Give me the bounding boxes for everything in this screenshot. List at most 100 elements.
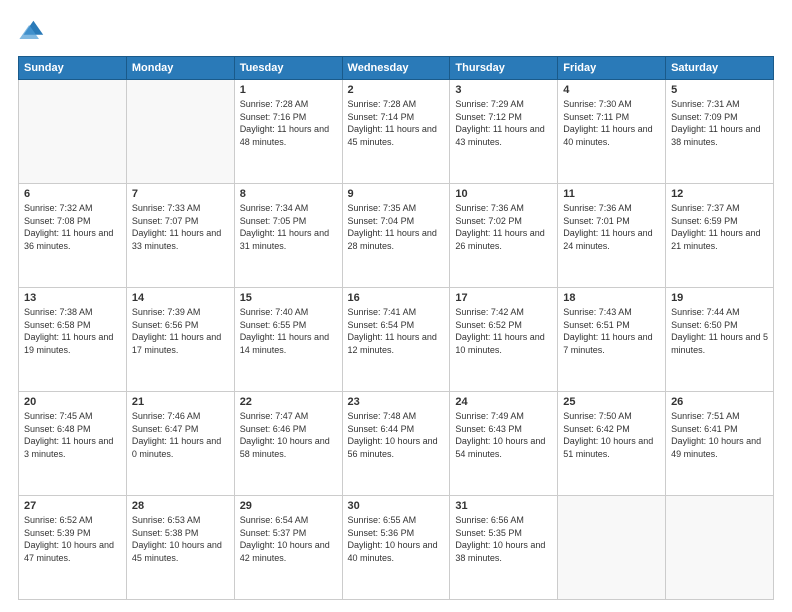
day-info: Sunrise: 7:45 AM Sunset: 6:48 PM Dayligh… [24, 410, 121, 460]
day-cell: 8 Sunrise: 7:34 AM Sunset: 7:05 PM Daylig… [234, 184, 342, 288]
day-number: 16 [348, 292, 445, 304]
header-row: SundayMondayTuesdayWednesdayThursdayFrid… [19, 57, 774, 80]
header [18, 18, 774, 46]
day-number: 14 [132, 292, 229, 304]
day-info: Sunrise: 7:37 AM Sunset: 6:59 PM Dayligh… [671, 202, 768, 252]
day-info: Sunrise: 7:34 AM Sunset: 7:05 PM Dayligh… [240, 202, 337, 252]
day-cell [558, 496, 666, 600]
header-cell-tuesday: Tuesday [234, 57, 342, 80]
week-row-1: 1 Sunrise: 7:28 AM Sunset: 7:16 PM Daylig… [19, 80, 774, 184]
day-info: Sunrise: 6:54 AM Sunset: 5:37 PM Dayligh… [240, 514, 337, 564]
day-info: Sunrise: 7:41 AM Sunset: 6:54 PM Dayligh… [348, 306, 445, 356]
day-number: 8 [240, 188, 337, 200]
day-cell: 19 Sunrise: 7:44 AM Sunset: 6:50 PM Dayli… [666, 288, 774, 392]
day-cell: 3 Sunrise: 7:29 AM Sunset: 7:12 PM Daylig… [450, 80, 558, 184]
day-cell: 27Sunrise: 6:52 AM Sunset: 5:39 PM Dayli… [19, 496, 127, 600]
header-cell-monday: Monday [126, 57, 234, 80]
day-number: 15 [240, 292, 337, 304]
day-number: 3 [455, 84, 552, 96]
day-info: Sunrise: 7:40 AM Sunset: 6:55 PM Dayligh… [240, 306, 337, 356]
week-row-3: 13 Sunrise: 7:38 AM Sunset: 6:58 PM Dayli… [19, 288, 774, 392]
day-info: Sunrise: 7:28 AM Sunset: 7:16 PM Dayligh… [240, 98, 337, 148]
day-cell [666, 496, 774, 600]
day-info: Sunrise: 7:30 AM Sunset: 7:11 PM Dayligh… [563, 98, 660, 148]
day-cell: 9Sunrise: 7:35 AM Sunset: 7:04 PM Daylig… [342, 184, 450, 288]
day-cell: 17 Sunrise: 7:42 AM Sunset: 6:52 PM Dayli… [450, 288, 558, 392]
day-number: 11 [563, 188, 660, 200]
day-info: Sunrise: 7:31 AM Sunset: 7:09 PM Dayligh… [671, 98, 768, 148]
day-number: 5 [671, 84, 768, 96]
day-number: 30 [348, 500, 445, 512]
day-info: Sunrise: 6:53 AM Sunset: 5:38 PM Dayligh… [132, 514, 229, 564]
page: SundayMondayTuesdayWednesdayThursdayFrid… [0, 0, 792, 612]
calendar-table: SundayMondayTuesdayWednesdayThursdayFrid… [18, 56, 774, 600]
day-cell: 7 Sunrise: 7:33 AM Sunset: 7:07 PM Daylig… [126, 184, 234, 288]
day-number: 22 [240, 396, 337, 408]
day-number: 6 [24, 188, 121, 200]
day-number: 26 [671, 396, 768, 408]
day-number: 20 [24, 396, 121, 408]
calendar-header: SundayMondayTuesdayWednesdayThursdayFrid… [19, 57, 774, 80]
day-cell: 18Sunrise: 7:43 AM Sunset: 6:51 PM Dayli… [558, 288, 666, 392]
day-cell: 10 Sunrise: 7:36 AM Sunset: 7:02 PM Dayli… [450, 184, 558, 288]
day-info: Sunrise: 7:51 AM Sunset: 6:41 PM Dayligh… [671, 410, 768, 460]
day-info: Sunrise: 7:29 AM Sunset: 7:12 PM Dayligh… [455, 98, 552, 148]
day-number: 19 [671, 292, 768, 304]
day-number: 31 [455, 500, 552, 512]
header-cell-wednesday: Wednesday [342, 57, 450, 80]
header-cell-sunday: Sunday [19, 57, 127, 80]
day-number: 23 [348, 396, 445, 408]
day-cell: 14 Sunrise: 7:39 AM Sunset: 6:56 PM Dayli… [126, 288, 234, 392]
day-cell: 15 Sunrise: 7:40 AM Sunset: 6:55 PM Dayli… [234, 288, 342, 392]
day-info: Sunrise: 7:32 AM Sunset: 7:08 PM Dayligh… [24, 202, 121, 252]
day-number: 27 [24, 500, 121, 512]
week-row-4: 20 Sunrise: 7:45 AM Sunset: 6:48 PM Dayli… [19, 392, 774, 496]
day-number: 13 [24, 292, 121, 304]
day-number: 7 [132, 188, 229, 200]
day-number: 21 [132, 396, 229, 408]
day-info: Sunrise: 7:50 AM Sunset: 6:42 PM Dayligh… [563, 410, 660, 460]
day-cell: 12 Sunrise: 7:37 AM Sunset: 6:59 PM Dayli… [666, 184, 774, 288]
day-info: Sunrise: 7:44 AM Sunset: 6:50 PM Dayligh… [671, 306, 768, 356]
day-cell: 6 Sunrise: 7:32 AM Sunset: 7:08 PM Daylig… [19, 184, 127, 288]
day-info: Sunrise: 7:35 AM Sunset: 7:04 PM Dayligh… [348, 202, 445, 252]
header-cell-saturday: Saturday [666, 57, 774, 80]
day-cell: 13 Sunrise: 7:38 AM Sunset: 6:58 PM Dayli… [19, 288, 127, 392]
day-cell: 20 Sunrise: 7:45 AM Sunset: 6:48 PM Dayli… [19, 392, 127, 496]
day-cell: 31 Sunrise: 6:56 AM Sunset: 5:35 PM Dayli… [450, 496, 558, 600]
day-info: Sunrise: 7:36 AM Sunset: 7:02 PM Dayligh… [455, 202, 552, 252]
day-cell: 22Sunrise: 7:47 AM Sunset: 6:46 PM Dayli… [234, 392, 342, 496]
day-cell: 28 Sunrise: 6:53 AM Sunset: 5:38 PM Dayli… [126, 496, 234, 600]
day-cell: 24 Sunrise: 7:49 AM Sunset: 6:43 PM Dayli… [450, 392, 558, 496]
day-number: 24 [455, 396, 552, 408]
day-number: 12 [671, 188, 768, 200]
day-number: 28 [132, 500, 229, 512]
day-cell: 11 Sunrise: 7:36 AM Sunset: 7:01 PM Dayli… [558, 184, 666, 288]
day-cell: 25Sunrise: 7:50 AM Sunset: 6:42 PM Dayli… [558, 392, 666, 496]
day-number: 2 [348, 84, 445, 96]
week-row-2: 6 Sunrise: 7:32 AM Sunset: 7:08 PM Daylig… [19, 184, 774, 288]
day-info: Sunrise: 7:42 AM Sunset: 6:52 PM Dayligh… [455, 306, 552, 356]
day-info: Sunrise: 6:55 AM Sunset: 5:36 PM Dayligh… [348, 514, 445, 564]
day-cell: 4Sunrise: 7:30 AM Sunset: 7:11 PM Daylig… [558, 80, 666, 184]
day-info: Sunrise: 7:28 AM Sunset: 7:14 PM Dayligh… [348, 98, 445, 148]
day-number: 17 [455, 292, 552, 304]
day-info: Sunrise: 7:33 AM Sunset: 7:07 PM Dayligh… [132, 202, 229, 252]
day-cell: 29 Sunrise: 6:54 AM Sunset: 5:37 PM Dayli… [234, 496, 342, 600]
day-cell: 1 Sunrise: 7:28 AM Sunset: 7:16 PM Daylig… [234, 80, 342, 184]
day-cell: 30 Sunrise: 6:55 AM Sunset: 5:36 PM Dayli… [342, 496, 450, 600]
day-info: Sunrise: 7:36 AM Sunset: 7:01 PM Dayligh… [563, 202, 660, 252]
header-cell-thursday: Thursday [450, 57, 558, 80]
day-info: Sunrise: 7:39 AM Sunset: 6:56 PM Dayligh… [132, 306, 229, 356]
day-cell [126, 80, 234, 184]
day-number: 10 [455, 188, 552, 200]
day-info: Sunrise: 7:48 AM Sunset: 6:44 PM Dayligh… [348, 410, 445, 460]
day-info: Sunrise: 6:56 AM Sunset: 5:35 PM Dayligh… [455, 514, 552, 564]
header-cell-friday: Friday [558, 57, 666, 80]
day-number: 1 [240, 84, 337, 96]
day-number: 29 [240, 500, 337, 512]
logo [18, 18, 52, 46]
day-info: Sunrise: 7:49 AM Sunset: 6:43 PM Dayligh… [455, 410, 552, 460]
day-cell: 23 Sunrise: 7:48 AM Sunset: 6:44 PM Dayli… [342, 392, 450, 496]
day-info: Sunrise: 7:38 AM Sunset: 6:58 PM Dayligh… [24, 306, 121, 356]
